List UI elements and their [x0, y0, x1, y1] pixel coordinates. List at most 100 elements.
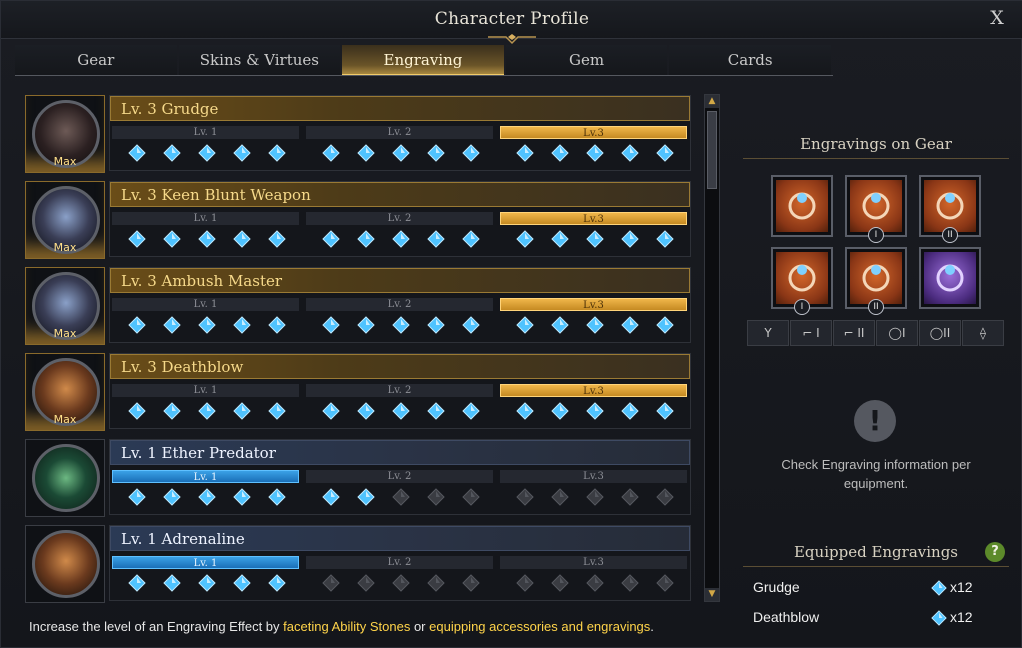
- gem-icon: [163, 144, 181, 162]
- engraving-list-scrollbar[interactable]: ▲ ▼: [704, 94, 720, 602]
- level-segment: Lv. 1: [112, 298, 299, 311]
- level-segment: Lv. 2: [306, 126, 493, 139]
- level-segment: Lv. 2: [306, 470, 493, 483]
- gem-icon: [198, 402, 216, 420]
- gem-icon: [163, 316, 181, 334]
- engraving-row[interactable]: Lv. 1 Adrenaline Lv. 1 Lv. 2 Lv.3: [23, 523, 695, 603]
- gem-icon: [586, 230, 604, 248]
- gem-icon: [427, 488, 445, 506]
- gem-icon: [198, 144, 216, 162]
- gem-icon: [656, 488, 674, 506]
- gem-icon: [462, 230, 480, 248]
- engraving-panel: Lv. 3 Ambush Master Lv. 1 Lv. 2 Lv.3: [109, 267, 691, 343]
- engraving-emblem-icon: Max: [25, 181, 105, 259]
- gem-icon: [516, 230, 534, 248]
- footer-suffix: .: [650, 619, 654, 634]
- earring-2-filter-icon[interactable]: ⌐ II: [833, 320, 875, 346]
- tab-skins-virtues[interactable]: Skins & Virtues: [178, 45, 341, 76]
- gem-icon: [621, 488, 639, 506]
- necklace-filter-icon[interactable]: Y: [747, 320, 789, 346]
- engraving-name: Lv. 1 Adrenaline: [110, 526, 690, 551]
- info-text: Check Engraving information per equipmen…: [781, 457, 971, 491]
- gem-icon: [621, 316, 639, 334]
- gem-icon: [656, 316, 674, 334]
- level-bar: Lv. 1 Lv. 2 Lv.3: [112, 126, 688, 140]
- tab-gear[interactable]: Gear: [15, 45, 177, 76]
- level-segment: Lv. 1: [112, 470, 299, 483]
- scroll-up-arrow-icon[interactable]: ▲: [705, 95, 719, 108]
- gem-icon: [621, 230, 639, 248]
- engraving-row[interactable]: Max Lv. 3 Keen Blunt Weapon Lv. 1 Lv. 2 Lv.3: [23, 179, 695, 259]
- engraving-panel: Lv. 3 Deathblow Lv. 1 Lv. 2 Lv.3: [109, 353, 691, 429]
- scroll-thumb[interactable]: [707, 111, 717, 189]
- ring-icon: [776, 252, 828, 304]
- gem-icon: [233, 230, 251, 248]
- gem-track: [112, 402, 688, 422]
- level-segment: Lv.3: [500, 212, 687, 225]
- gem-icon: [268, 316, 286, 334]
- gear-slot[interactable]: I: [845, 175, 907, 243]
- earring-1-filter-icon[interactable]: ⌐ I: [790, 320, 832, 346]
- equipping-link[interactable]: equipping accessories and engravings: [429, 619, 650, 634]
- close-button[interactable]: X: [987, 7, 1007, 29]
- ability-stone-icon-glyph: [936, 264, 964, 292]
- slot-badge: I: [794, 299, 810, 315]
- exclamation-icon: !: [854, 400, 896, 442]
- slot-badge: II: [942, 227, 958, 243]
- gear-slot[interactable]: [771, 175, 833, 237]
- level-segment: Lv. 1: [112, 384, 299, 397]
- tab-cards[interactable]: Cards: [669, 45, 831, 76]
- gem-icon: [198, 230, 216, 248]
- ring-icon: [850, 252, 902, 304]
- max-label: Max: [53, 413, 77, 426]
- gem-icon: [621, 144, 639, 162]
- level-bar: Lv. 1 Lv. 2 Lv.3: [112, 556, 688, 570]
- tab-gem[interactable]: Gem: [505, 45, 668, 76]
- gear-slot[interactable]: [919, 247, 981, 309]
- equipped-engraving-row: Deathblow x12: [753, 609, 993, 629]
- level-bar: Lv. 1 Lv. 2 Lv.3: [112, 212, 688, 226]
- footer-prefix: Increase the level of an Engraving Effec…: [29, 619, 284, 634]
- engraving-row[interactable]: Max Lv. 3 Grudge Lv. 1 Lv. 2 Lv.3: [23, 93, 695, 173]
- help-button[interactable]: ?: [985, 542, 1005, 562]
- gem-icon: [551, 230, 569, 248]
- stone-filter-icon[interactable]: ⟠: [962, 320, 1004, 346]
- gem-icon: [322, 144, 340, 162]
- gem-icon: [233, 574, 251, 592]
- gem-icon: [233, 316, 251, 334]
- gem-icon: [322, 402, 340, 420]
- gem-icon: [586, 488, 604, 506]
- gem-icon: [128, 402, 146, 420]
- earring-icon-glyph: [936, 192, 964, 220]
- gem-icon: [462, 402, 480, 420]
- engraving-row[interactable]: Lv. 1 Ether Predator Lv. 1 Lv. 2 Lv.3: [23, 437, 695, 517]
- level-segment: Lv. 1: [112, 212, 299, 225]
- engraving-row[interactable]: Max Lv. 3 Deathblow Lv. 1 Lv. 2 Lv.3: [23, 351, 695, 431]
- gem-icon: [357, 144, 375, 162]
- gem-icon: [163, 488, 181, 506]
- gem-icon: [392, 230, 410, 248]
- gem-icon: [128, 316, 146, 334]
- faceting-link[interactable]: faceting Ability Stones: [283, 619, 410, 634]
- engraving-row[interactable]: Max Lv. 3 Ambush Master Lv. 1 Lv. 2 Lv.3: [23, 265, 695, 345]
- ring-icon-glyph: [862, 264, 890, 292]
- ring-2-filter-icon[interactable]: ◯II: [919, 320, 961, 346]
- tab-engraving[interactable]: Engraving: [342, 45, 504, 76]
- gear-slot[interactable]: II: [919, 175, 981, 243]
- engraving-name: Lv. 3 Deathblow: [110, 354, 690, 379]
- engraving-emblem-icon: Max: [25, 353, 105, 431]
- gem-icon: [621, 402, 639, 420]
- gem-track: [112, 316, 688, 336]
- level-segment: Lv.3: [500, 384, 687, 397]
- level-segment: Lv. 1: [112, 126, 299, 139]
- scroll-down-arrow-icon[interactable]: ▼: [705, 588, 719, 601]
- gear-slot[interactable]: II: [845, 247, 907, 315]
- engravings-on-gear-heading: Engravings on Gear: [743, 129, 1009, 159]
- gem-icon: [427, 316, 445, 334]
- ring-1-filter-icon[interactable]: ◯I: [876, 320, 918, 346]
- gem-track: [112, 488, 688, 508]
- earring-icon: [850, 180, 902, 232]
- gear-slot[interactable]: I: [771, 247, 833, 315]
- ability-stone-icon: [924, 252, 976, 304]
- gem-icon: [586, 402, 604, 420]
